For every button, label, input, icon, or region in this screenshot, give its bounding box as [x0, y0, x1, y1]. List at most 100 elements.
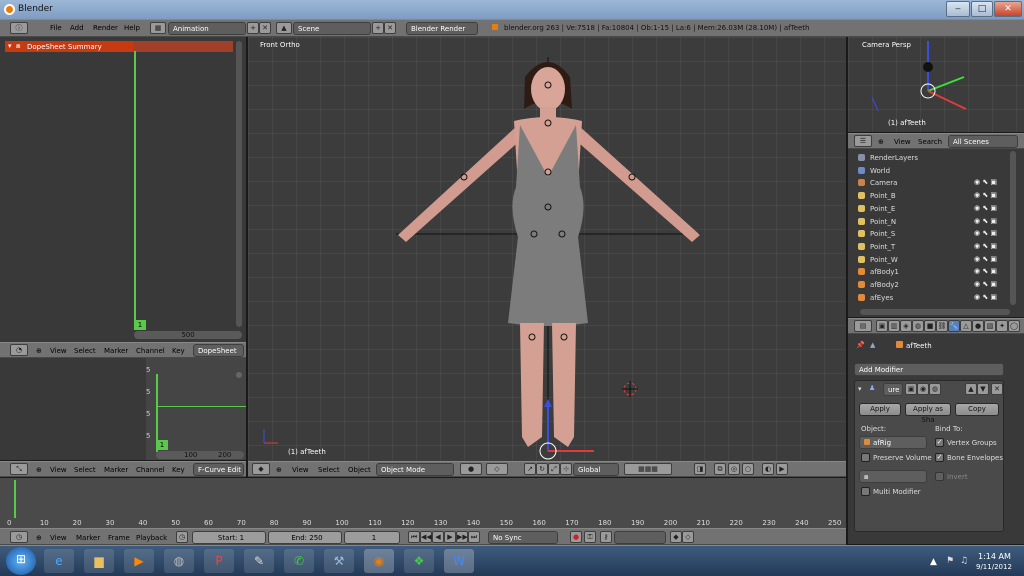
outliner-scrollbar[interactable]	[1010, 151, 1016, 305]
outliner-row[interactable]: Point_B ◉ ⬉ ▣	[852, 190, 1010, 203]
keying-set-icon[interactable]: ⚿	[584, 531, 596, 543]
menu-select[interactable]: Select	[318, 466, 340, 474]
current-frame-field[interactable]: 1	[344, 531, 400, 544]
plus-small-icon[interactable]: ⊕	[36, 466, 42, 474]
layout-selector[interactable]: Animation	[168, 22, 246, 35]
menu-render[interactable]: Render	[93, 24, 118, 32]
plus-small-icon[interactable]: ⊕	[276, 466, 282, 474]
record-icon[interactable]: ●	[570, 531, 582, 543]
menu-object[interactable]: Object	[348, 466, 371, 474]
move-up-icon[interactable]: ▲	[965, 383, 977, 395]
tray-volume-icon[interactable]: ♫	[960, 556, 968, 566]
outliner-row[interactable]: afBody1 ◉ ⬉ ▣	[852, 266, 1010, 279]
insert-keyframe-icon[interactable]: ◆	[670, 531, 682, 543]
lock-icon[interactable]: ◨	[694, 463, 706, 475]
modifiers-tab-icon[interactable]: 🔧	[948, 320, 960, 332]
visibility-toggles-icon[interactable]: ◉ ⬉ ▣	[974, 280, 997, 288]
outliner-row[interactable]: afEyes ◉ ⬉ ▣	[852, 292, 1010, 305]
tray-arrow-icon[interactable]: ▲	[930, 557, 937, 567]
current-frame-marker[interactable]: 1	[156, 440, 168, 450]
edit-mode-toggle-icon[interactable]: ▣	[905, 383, 917, 395]
horizontal-scrollbar[interactable]: 500	[134, 331, 242, 339]
gtalk-icon[interactable]: ✆	[284, 549, 314, 573]
render-tab-icon[interactable]: ▣	[876, 320, 888, 332]
visibility-toggles-icon[interactable]: ◉ ⬉ ▣	[974, 178, 997, 186]
start-button[interactable]: ⊞	[6, 547, 36, 575]
tray-flag-icon[interactable]: ⚑	[946, 556, 954, 566]
outliner-row[interactable]: World	[852, 165, 1010, 178]
menu-file[interactable]: File	[50, 24, 62, 32]
add-scene-icon[interactable]: +	[372, 22, 384, 34]
visibility-toggles-icon[interactable]: ◉ ⬉ ▣	[974, 217, 997, 225]
visibility-toggles-icon[interactable]: ◉ ⬉ ▣	[974, 204, 997, 212]
keying-icon[interactable]: ⚷	[600, 531, 612, 543]
outliner-row[interactable]: RenderLayers	[852, 152, 1010, 165]
jump-start-icon[interactable]: ⏮	[408, 531, 420, 543]
object-tab-icon[interactable]: ■	[924, 320, 936, 332]
paint-icon[interactable]: ✎	[244, 549, 274, 573]
layout-grid-icon[interactable]: ▦	[150, 22, 166, 34]
play-icon[interactable]: ▶	[444, 531, 456, 543]
plus-small-icon[interactable]: ⊕	[878, 138, 884, 146]
physics-tab-icon[interactable]: ◯	[1008, 320, 1020, 332]
close-button[interactable]: ✕	[994, 1, 1022, 17]
graph-plus-icon[interactable]	[236, 372, 242, 378]
blender-taskbar-icon[interactable]: ◉	[364, 549, 394, 573]
outliner-row[interactable]: Point_T ◉ ⬉ ▣	[852, 241, 1010, 254]
next-keyframe-icon[interactable]: ▶▶	[456, 531, 468, 543]
dopesheet-editor[interactable]: ▾ ⧈ DopeSheet Summary 1 500	[0, 37, 246, 342]
menu-view[interactable]: View	[292, 466, 309, 474]
visibility-toggles-icon[interactable]: ◉ ⬉ ▣	[974, 191, 997, 199]
camera-viewport[interactable]: Camera Persp (1) afTeeth	[848, 37, 1024, 132]
dopesheet-mode-selector[interactable]: DopeSheet	[193, 344, 244, 357]
render-anim-icon[interactable]: ▶	[776, 463, 788, 475]
vertex-group-field[interactable]: ⧈	[859, 470, 927, 483]
orientation-selector[interactable]: Global	[573, 463, 619, 476]
scene-tab-icon[interactable]: ◈	[900, 320, 912, 332]
menu-help[interactable]: Help	[124, 24, 140, 32]
editor-type-graph-icon[interactable]: ⤡	[10, 463, 28, 475]
media-player-icon[interactable]: ▶	[124, 549, 154, 573]
menu-marker[interactable]: Marker	[76, 534, 100, 542]
menu-frame[interactable]: Frame	[108, 534, 130, 542]
viewport-toggle-icon[interactable]: ◉	[917, 383, 929, 395]
texture-tab-icon[interactable]: ▧	[984, 320, 996, 332]
powerpoint-icon[interactable]: P	[204, 549, 234, 573]
outliner-row[interactable]: Point_W ◉ ⬉ ▣	[852, 254, 1010, 267]
outliner-row[interactable]: Camera ◉ ⬉ ▣	[852, 177, 1010, 190]
pin-icon[interactable]: 📌	[856, 341, 865, 349]
current-frame-marker[interactable]: 1	[134, 320, 146, 330]
remove-scene-icon[interactable]: ✕	[384, 22, 396, 34]
vertical-scrollbar[interactable]	[236, 41, 242, 327]
menu-marker[interactable]: Marker	[104, 347, 128, 355]
data-tab-icon[interactable]: △	[960, 320, 972, 332]
keying-set-field[interactable]	[614, 531, 666, 544]
layers-tab-icon[interactable]: ▥	[888, 320, 900, 332]
menu-playback[interactable]: Playback	[136, 534, 167, 542]
editor-type-dopesheet-icon[interactable]: ◔	[10, 344, 28, 356]
timeline-area[interactable]	[0, 478, 846, 528]
sync-selector[interactable]: No Sync	[488, 531, 558, 544]
snap-target-icon[interactable]: ◎	[728, 463, 740, 475]
menu-key[interactable]: Key	[172, 466, 185, 474]
manipulator-icon[interactable]: ⊹	[560, 463, 572, 475]
end-frame-field[interactable]: End: 250	[268, 531, 342, 544]
visibility-toggles-icon[interactable]: ◉ ⬉ ▣	[974, 267, 997, 275]
scene-icon[interactable]: ▲	[276, 22, 292, 34]
vertex-groups-checkbox[interactable]: ✓	[935, 438, 944, 447]
object-field[interactable]: afRig	[859, 436, 927, 449]
jump-end-icon[interactable]: ⏭	[468, 531, 480, 543]
play-reverse-icon[interactable]: ◀	[432, 531, 444, 543]
multi-modifier-checkbox[interactable]	[861, 487, 870, 496]
copy-button[interactable]: Copy	[955, 403, 999, 416]
tools-icon[interactable]: ⚒	[324, 549, 354, 573]
material-tab-icon[interactable]: ●	[972, 320, 984, 332]
outliner-filter-selector[interactable]: All Scenes	[948, 135, 1018, 148]
menu-select[interactable]: Select	[74, 466, 96, 474]
menu-view[interactable]: View	[50, 534, 67, 542]
menu-channel[interactable]: Channel	[136, 347, 165, 355]
editor-type-timeline-icon[interactable]: ◷	[10, 531, 28, 543]
viewport-shading-icon[interactable]: ●	[460, 463, 482, 475]
word-icon[interactable]: W	[444, 549, 474, 573]
menu-channel[interactable]: Channel	[136, 466, 165, 474]
